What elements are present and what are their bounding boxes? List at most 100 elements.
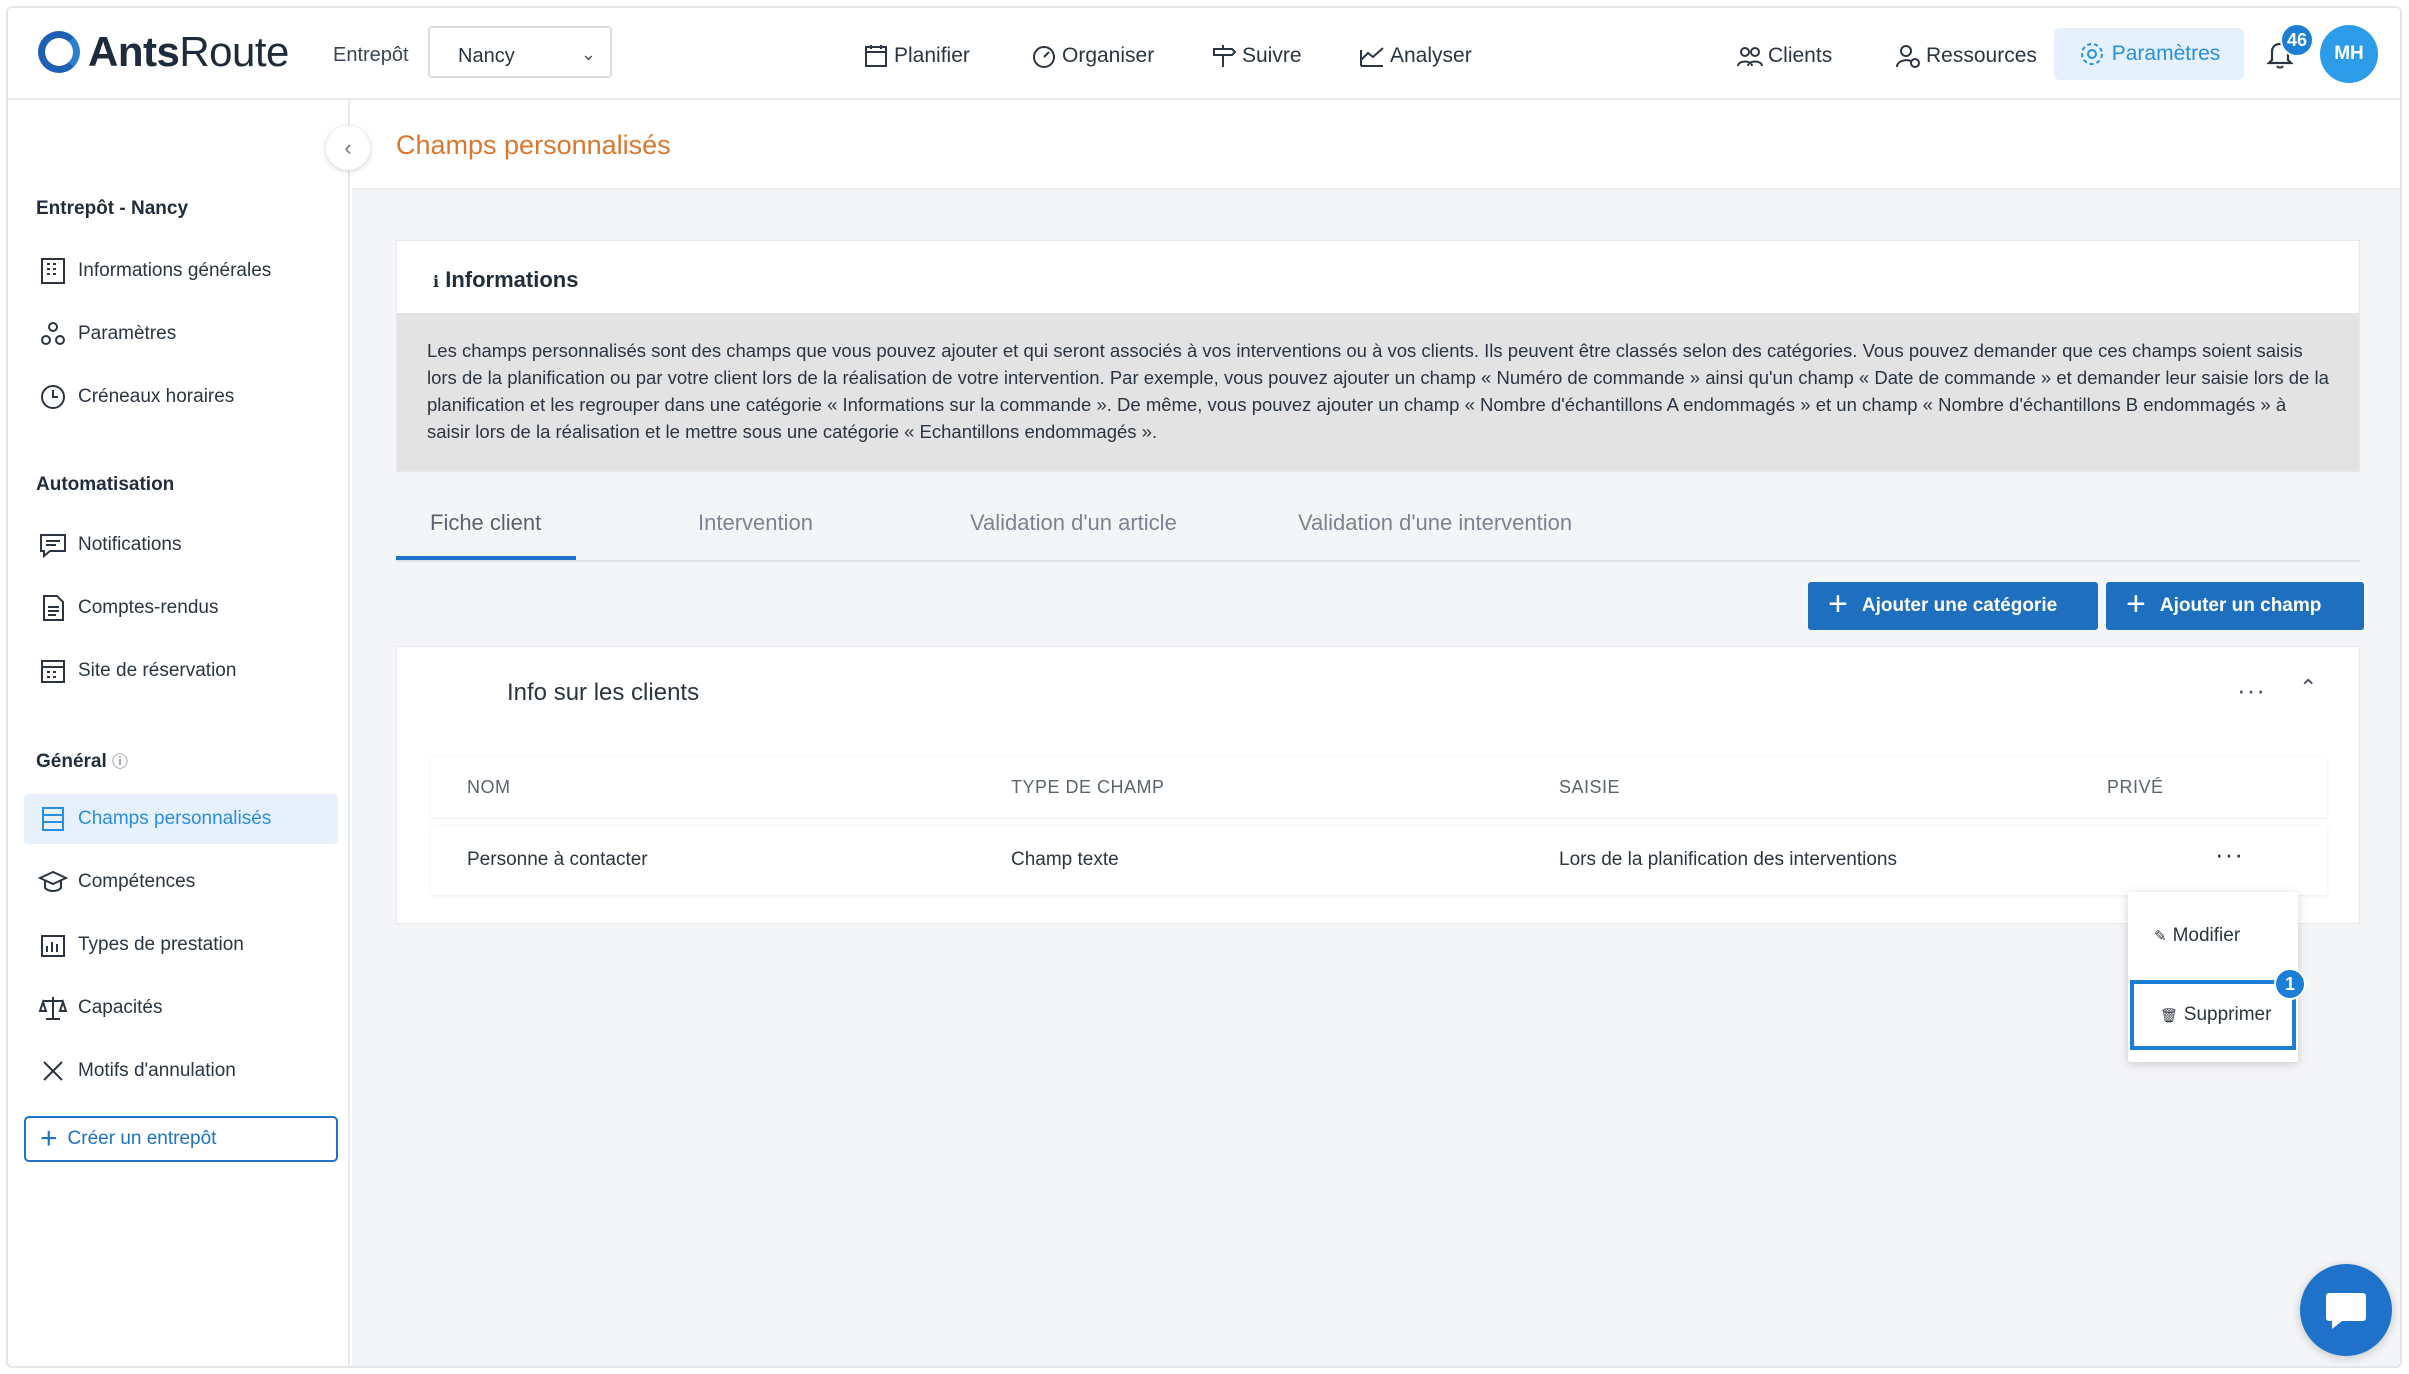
plus-icon: +	[2126, 585, 2146, 623]
info-circle-icon[interactable]: ⓘ	[112, 754, 128, 771]
chevron-left-icon: ‹	[344, 135, 352, 160]
sidebar-item-champs-personnalises[interactable]: Champs personnalisés	[24, 794, 338, 844]
warehouse-label: Entrepôt	[333, 44, 409, 66]
plus-icon: +	[1828, 585, 1848, 623]
tab-fiche-client[interactable]: Fiche client	[430, 510, 541, 536]
nav-suivre[interactable]: Suivre	[1210, 42, 1302, 70]
chat-bubble-icon	[2326, 1293, 2366, 1329]
calendar-icon	[865, 45, 887, 67]
graduation-cap-icon	[38, 870, 68, 892]
calendar-grid-icon	[41, 660, 65, 683]
cell-type: Champ texte	[1011, 849, 1119, 870]
logo-text: Route	[179, 28, 289, 75]
sidebar-item-label: Types de prestation	[78, 934, 244, 955]
add-field-button[interactable]: + Ajouter un champ	[2106, 582, 2364, 630]
nav-ressources[interactable]: Ressources	[1894, 42, 2037, 70]
column-header-prive: PRIVÉ	[2107, 777, 2164, 797]
info-icon: ℹ	[433, 274, 440, 291]
chart-icon	[1360, 47, 1384, 67]
sidebar-item-comptes-rendus[interactable]: Comptes-rendus	[24, 583, 338, 633]
plus-icon: +	[40, 1122, 58, 1155]
users-icon	[1737, 47, 1763, 67]
chevron-up-icon[interactable]: ⌃	[2299, 675, 2317, 701]
nav-ressources-label: Ressources	[1926, 44, 2037, 67]
page-title: Champs personnalisés	[396, 130, 671, 160]
category-card: Info sur les clients ··· ⌃ NOM TYPE DE C…	[396, 646, 2360, 924]
pencil-icon: ✎	[2154, 928, 2167, 945]
sidebar-item-parametres[interactable]: Paramètres	[24, 309, 338, 359]
sidebar-item-label: Informations générales	[78, 260, 272, 281]
info-title: ℹ Informations	[433, 267, 578, 293]
settings-nodes-icon	[41, 322, 65, 345]
table-row[interactable]: Personne à contacter Champ texte Lors de…	[431, 825, 2327, 895]
sidebar-item-motifs-annulation[interactable]: Motifs d'annulation	[24, 1046, 338, 1096]
nav-clients[interactable]: Clients	[1736, 42, 1832, 70]
signpost-icon	[1213, 45, 1237, 67]
nav-planifier[interactable]: Planifier	[862, 42, 970, 70]
sidebar-section-general: Général ⓘ	[36, 748, 128, 773]
sidebar-item-competences[interactable]: Compétences	[24, 857, 338, 907]
app-window: AntsRoute Entrepôt Nancy ⌄ Planifier Org…	[6, 6, 2402, 1368]
sidebar-item-label: Capacités	[78, 997, 163, 1018]
sidebar-item-label: Comptes-rendus	[78, 597, 219, 618]
nav-clients-label: Clients	[1768, 44, 1833, 67]
nav-analyser-label: Analyser	[1390, 44, 1472, 67]
sidebar-item-label: Notifications	[78, 534, 182, 555]
sidebar-item-site-reservation[interactable]: Site de réservation	[24, 646, 338, 696]
category-title: Info sur les clients	[507, 679, 700, 706]
sidebar-item-informations-generales[interactable]: Informations générales	[24, 246, 338, 296]
top-bar: AntsRoute Entrepôt Nancy ⌄ Planifier Org…	[8, 8, 2400, 100]
nav-parametres[interactable]: Paramètres	[2054, 28, 2244, 80]
chevron-down-icon: ⌄	[580, 44, 596, 64]
nav-organiser[interactable]: Organiser	[1030, 42, 1154, 70]
sidebar-section-warehouse: Entrepôt - Nancy	[36, 198, 189, 219]
step-badge: 1	[2274, 968, 2306, 1000]
warehouse-select[interactable]: Nancy ⌄	[428, 26, 612, 78]
sidebar-item-label: Compétences	[78, 871, 196, 892]
sidebar-item-capacites[interactable]: Capacités	[24, 983, 338, 1033]
notifications-badge: 46	[2280, 23, 2314, 57]
cell-input: Lors de la planification des interventio…	[1559, 849, 1897, 870]
sidebar-item-label: Paramètres	[78, 323, 177, 344]
active-tab-indicator	[396, 556, 576, 560]
sidebar-item-label: Motifs d'annulation	[78, 1060, 236, 1081]
scale-icon	[38, 997, 68, 1020]
menu-item-supprimer[interactable]: 🗑 Supprimer	[2130, 980, 2296, 1050]
page-header: Champs personnalisés	[352, 100, 2400, 190]
nav-planifier-label: Planifier	[894, 44, 970, 67]
nav-organiser-label: Organiser	[1062, 44, 1155, 67]
sidebar-section-general-label: Général	[36, 751, 107, 772]
table-header: NOM TYPE DE CHAMP SAISIE PRIVÉ	[431, 757, 2327, 817]
add-category-button[interactable]: + Ajouter une catégorie	[1808, 582, 2098, 630]
category-more-icon[interactable]: ···	[2237, 675, 2266, 706]
collapse-sidebar-button[interactable]: ‹	[326, 126, 370, 170]
sidebar-section-automatisation: Automatisation	[36, 474, 175, 495]
logo-text-bold: Ants	[88, 28, 180, 75]
sidebar-item-types-prestation[interactable]: Types de prestation	[24, 920, 338, 970]
app-logo[interactable]: AntsRoute	[38, 28, 289, 76]
building-icon	[41, 258, 65, 284]
row-more-icon[interactable]: ···	[2215, 839, 2244, 870]
warehouse-select-value: Nancy	[458, 45, 515, 67]
close-icon	[43, 1061, 63, 1081]
avatar[interactable]: MH	[2320, 25, 2378, 83]
gear-icon	[2080, 43, 2103, 65]
create-warehouse-label: Créer un entrepôt	[67, 1128, 217, 1149]
nav-analyser[interactable]: Analyser	[1358, 42, 1472, 70]
menu-item-modifier-label: Modifier	[2172, 925, 2241, 946]
create-warehouse-button[interactable]: + Créer un entrepôt	[24, 1116, 338, 1162]
tab-intervention[interactable]: Intervention	[698, 510, 813, 536]
user-gear-icon	[1896, 45, 1920, 68]
nav-parametres-label: Paramètres	[2111, 42, 2221, 65]
list-layout-icon	[42, 807, 64, 831]
sidebar-item-creneaux-horaires[interactable]: Créneaux horaires	[24, 372, 338, 422]
tab-validation-intervention[interactable]: Validation d'une intervention	[1298, 510, 1572, 536]
trash-icon: 🗑	[2160, 1006, 2178, 1023]
bar-chart-icon	[41, 935, 65, 957]
add-category-label: Ajouter une catégorie	[1861, 595, 2058, 616]
menu-item-modifier[interactable]: ✎ Modifier	[2128, 906, 2298, 966]
tab-validation-article[interactable]: Validation d'un article	[970, 510, 1177, 536]
sidebar-item-notifications[interactable]: Notifications	[24, 520, 338, 570]
chat-button[interactable]	[2300, 1264, 2392, 1356]
nav-suivre-label: Suivre	[1242, 44, 1302, 67]
